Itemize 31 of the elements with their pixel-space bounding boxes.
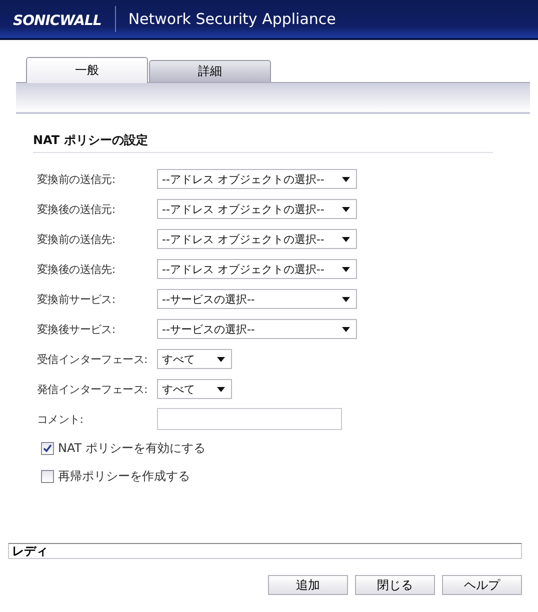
tab[interactable]: 詳細	[149, 60, 271, 82]
dialog-button[interactable]: ヘルプ	[442, 575, 522, 595]
field-label: 変換前の送信元:	[37, 172, 116, 186]
dialog-button[interactable]: 閉じる	[355, 575, 435, 595]
logo: SONICWALL	[13, 12, 102, 28]
dropdown[interactable]: --アドレス オブジェクトの選択--	[157, 259, 357, 279]
field-label: 変換後の送信元:	[37, 202, 116, 216]
checkbox-label: NAT ポリシーを有効にする	[58, 440, 206, 456]
field-label: 発信インターフェース:	[37, 382, 148, 396]
field-label: 受信インターフェース:	[37, 352, 148, 366]
dropdown[interactable]: --アドレス オブジェクトの選択--	[157, 199, 357, 219]
checkbox-label: 再帰ポリシーを作成する	[58, 468, 190, 484]
status-bar: レディ	[8, 543, 522, 559]
checkbox[interactable]	[41, 442, 54, 454]
input-field[interactable]	[157, 408, 342, 430]
dropdown[interactable]: --サービスの選択--	[157, 319, 357, 339]
checkbox[interactable]	[41, 470, 54, 482]
dropdown[interactable]: --サービスの選択--	[157, 289, 357, 309]
dropdown[interactable]: すべて	[157, 349, 232, 369]
dialog-button[interactable]: 追加	[268, 575, 348, 595]
field-label: 変換後の送信先:	[37, 262, 116, 276]
section-title: NAT ポリシーの設定	[33, 132, 493, 153]
app-title: Network Security Appliance	[128, 10, 336, 28]
field-label: 変換後サービス:	[37, 322, 116, 336]
dropdown[interactable]: すべて	[157, 379, 232, 399]
field-label: 変換前の送信先:	[37, 232, 116, 246]
dropdown[interactable]: --アドレス オブジェクトの選択--	[157, 169, 357, 189]
dropdown[interactable]: --アドレス オブジェクトの選択--	[157, 229, 357, 249]
field-label: 変換前サービス:	[37, 292, 116, 306]
tab[interactable]: 一般	[26, 57, 148, 83]
field-label: コメント:	[37, 412, 84, 426]
